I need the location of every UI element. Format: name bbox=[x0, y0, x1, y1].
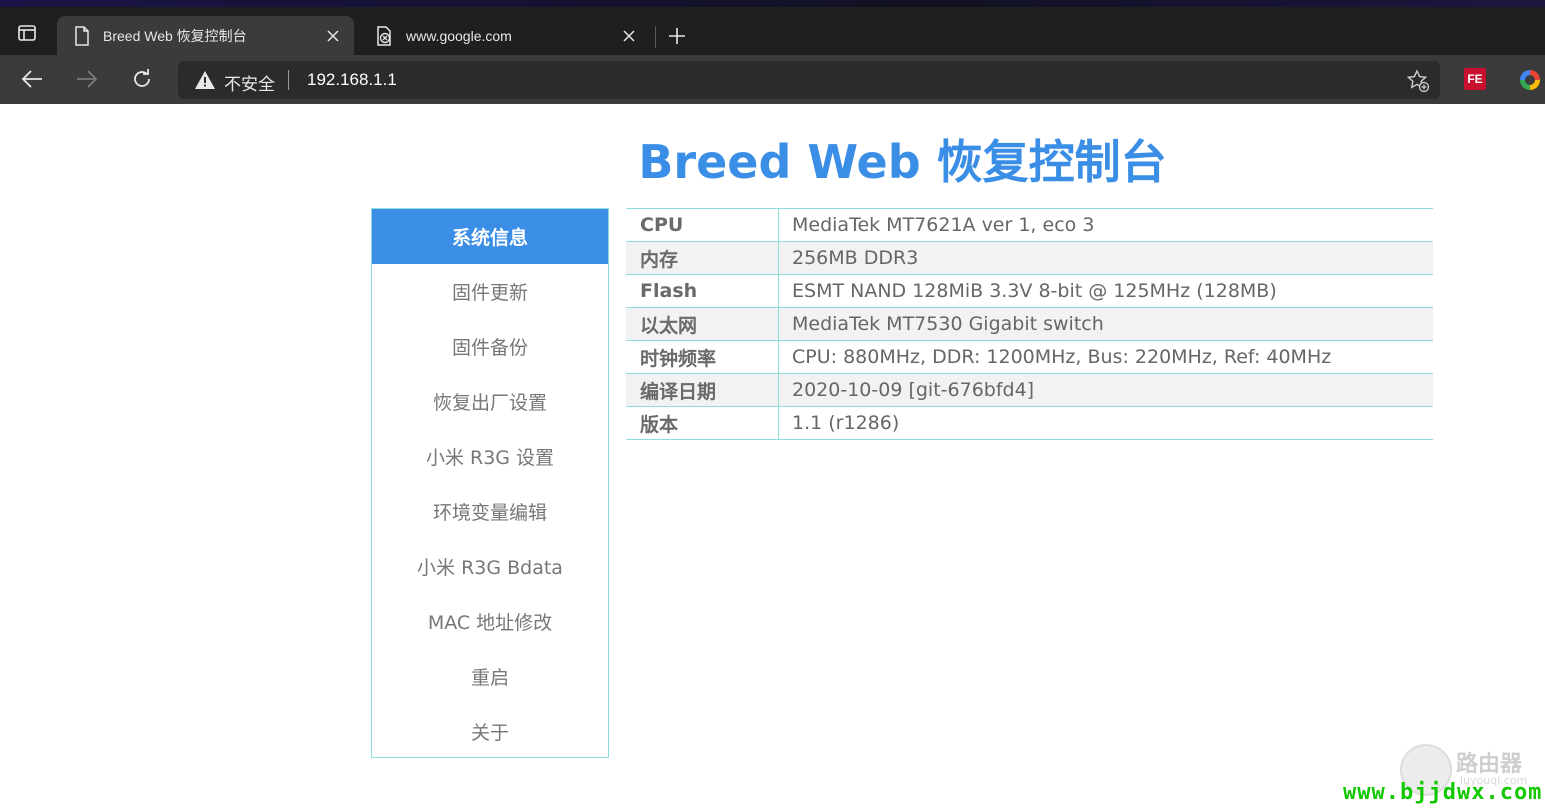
row-value: CPU: 880MHz, DDR: 1200MHz, Bus: 220MHz, … bbox=[778, 340, 1433, 374]
table-row: Flash ESMT NAND 128MiB 3.3V 8-bit @ 125M… bbox=[626, 274, 1433, 308]
row-key: CPU bbox=[626, 208, 779, 242]
row-key: Flash bbox=[626, 274, 779, 308]
toolbar: 不安全 192.168.1.1 bbox=[0, 55, 1545, 104]
address-bar[interactable]: 不安全 192.168.1.1 bbox=[178, 61, 1440, 99]
row-value: 256MB DDR3 bbox=[778, 241, 1433, 275]
close-tab-icon[interactable] bbox=[618, 25, 640, 47]
nav-item-factory-reset[interactable]: 恢复出厂设置 bbox=[372, 374, 608, 429]
table-row: 以太网 MediaTek MT7530 Gigabit switch bbox=[626, 307, 1433, 341]
row-value: 1.1 (r1286) bbox=[778, 406, 1433, 440]
nav-item-reboot[interactable]: 重启 bbox=[372, 649, 608, 704]
row-key: 编译日期 bbox=[626, 373, 779, 407]
security-label[interactable]: 不安全 bbox=[224, 70, 275, 95]
sidebar-nav: 系统信息 固件更新 固件备份 恢复出厂设置 小米 R3G 设置 环境变量编辑 小… bbox=[371, 208, 609, 758]
fe-helper-icon[interactable]: FE bbox=[1464, 68, 1486, 90]
blocked-page-icon bbox=[374, 25, 396, 47]
nav-item-mac-address[interactable]: MAC 地址修改 bbox=[372, 594, 608, 649]
window-top-edge bbox=[0, 0, 1545, 7]
table-row: 内存 256MB DDR3 bbox=[626, 241, 1433, 275]
close-tab-icon[interactable] bbox=[322, 25, 344, 47]
address-divider bbox=[288, 70, 289, 90]
nav-item-env-editor[interactable]: 环境变量编辑 bbox=[372, 484, 608, 539]
row-value: MediaTek MT7530 Gigabit switch bbox=[778, 307, 1433, 341]
tab-title: www.google.com bbox=[406, 27, 512, 44]
tab-strip: Breed Web 恢复控制台 www.google.com bbox=[0, 7, 1545, 55]
new-tab-icon[interactable] bbox=[663, 22, 691, 50]
row-value: ESMT NAND 128MiB 3.3V 8-bit @ 125MHz (12… bbox=[778, 274, 1433, 308]
row-key: 版本 bbox=[626, 406, 779, 440]
row-key: 内存 bbox=[626, 241, 779, 275]
add-favorite-icon[interactable] bbox=[1406, 69, 1430, 93]
row-key: 以太网 bbox=[626, 307, 779, 341]
tab-separator bbox=[655, 26, 656, 48]
browser-chrome: Breed Web 恢复控制台 www.google.com 不安全 192.1… bbox=[0, 0, 1545, 104]
nav-item-r3g-bdata[interactable]: 小米 R3G Bdata bbox=[372, 539, 608, 594]
warning-icon[interactable] bbox=[194, 69, 216, 91]
nav-item-firmware-backup[interactable]: 固件备份 bbox=[372, 319, 608, 374]
url-text[interactable]: 192.168.1.1 bbox=[307, 70, 397, 90]
tab-title: Breed Web 恢复控制台 bbox=[103, 27, 247, 44]
table-row: 编译日期 2020-10-09 [git-676bfd4] bbox=[626, 373, 1433, 407]
reload-icon[interactable] bbox=[126, 63, 158, 95]
row-value: MediaTek MT7621A ver 1, eco 3 bbox=[778, 208, 1433, 242]
row-key: 时钟频率 bbox=[626, 340, 779, 374]
table-row: CPU MediaTek MT7621A ver 1, eco 3 bbox=[626, 208, 1433, 242]
table-row: 版本 1.1 (r1286) bbox=[626, 406, 1433, 440]
tab-google[interactable]: www.google.com bbox=[360, 16, 650, 55]
nav-item-about[interactable]: 关于 bbox=[372, 704, 608, 759]
watermark-url: www.bjjdwx.com bbox=[1343, 780, 1543, 805]
back-arrow-icon[interactable] bbox=[16, 63, 48, 95]
system-info-table: CPU MediaTek MT7621A ver 1, eco 3 内存 256… bbox=[626, 208, 1433, 440]
color-picker-icon[interactable] bbox=[1520, 70, 1540, 90]
table-row: 时钟频率 CPU: 880MHz, DDR: 1200MHz, Bus: 220… bbox=[626, 340, 1433, 374]
nav-item-r3g-settings[interactable]: 小米 R3G 设置 bbox=[372, 429, 608, 484]
tab-actions-icon[interactable] bbox=[10, 16, 44, 50]
forward-arrow-icon[interactable] bbox=[71, 63, 103, 95]
tab-breed-web[interactable]: Breed Web 恢复控制台 bbox=[57, 16, 354, 55]
nav-item-system-info[interactable]: 系统信息 bbox=[372, 209, 608, 264]
page-icon bbox=[71, 25, 93, 47]
nav-item-firmware-update[interactable]: 固件更新 bbox=[372, 264, 608, 319]
row-value: 2020-10-09 [git-676bfd4] bbox=[778, 373, 1433, 407]
page-title: Breed Web 恢复控制台 bbox=[638, 135, 1167, 189]
